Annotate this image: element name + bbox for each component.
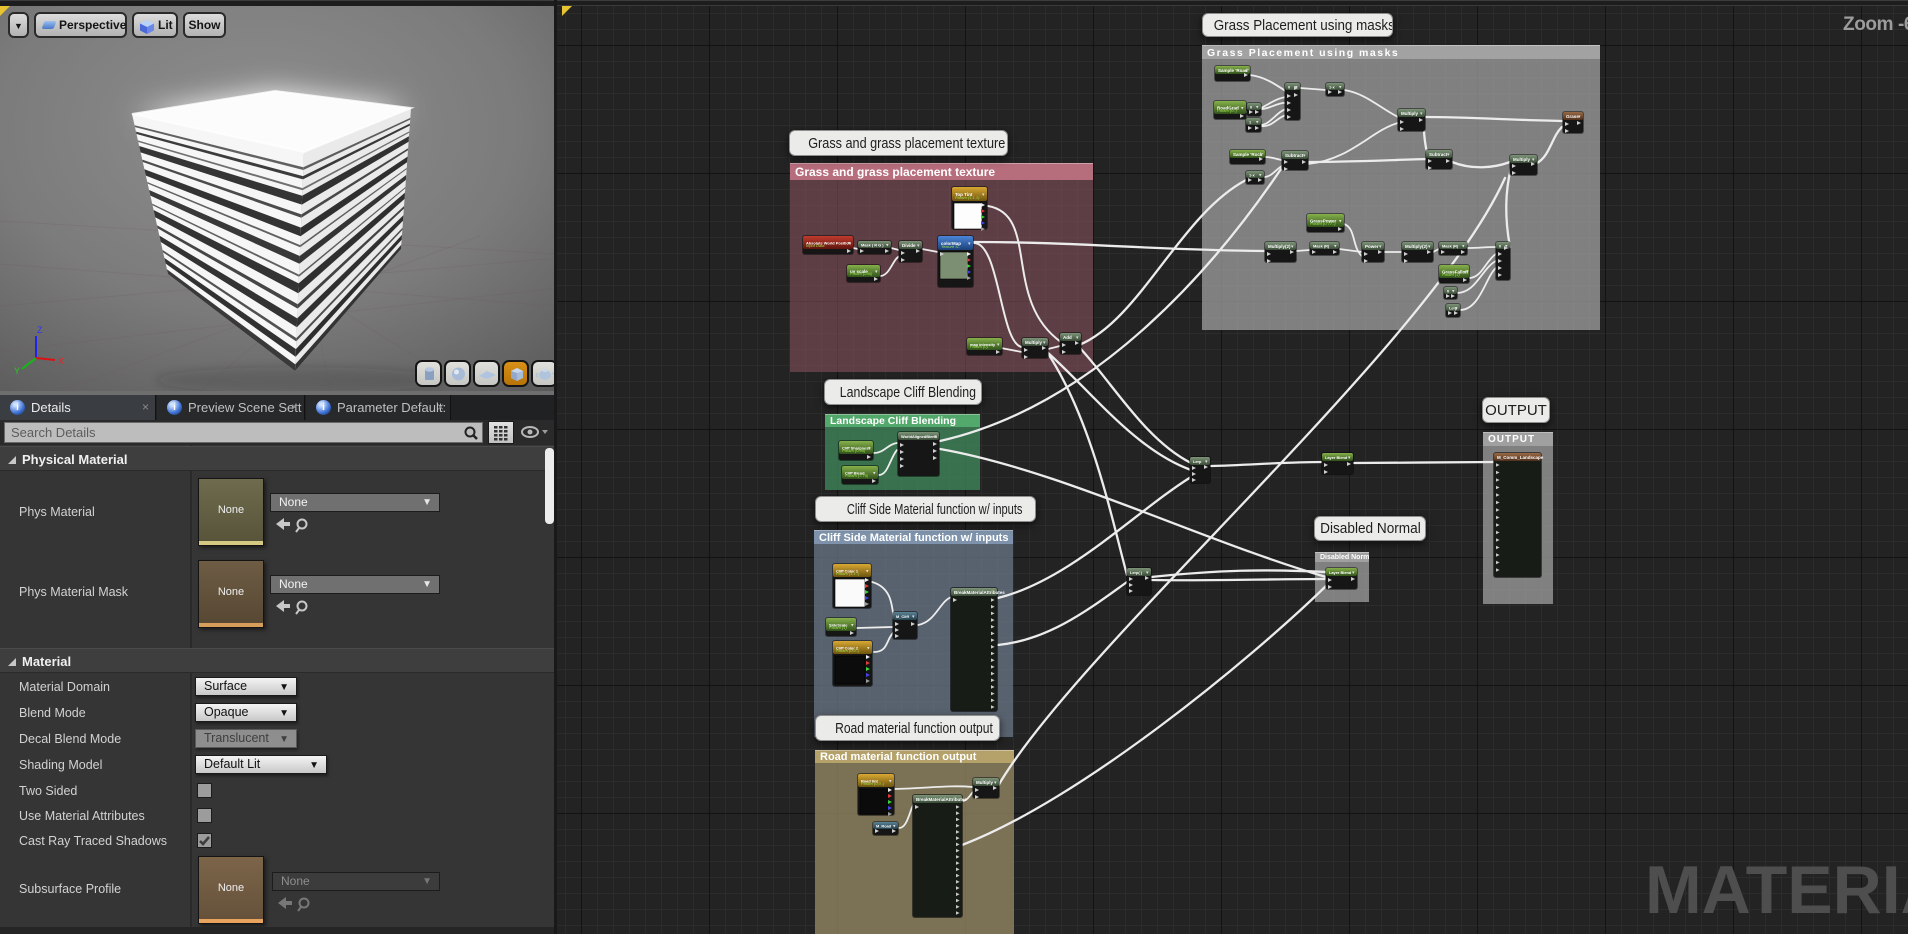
svg-text:Mask (R): Mask (R) [1442, 243, 1459, 248]
svg-text:Texture S..: Texture S.. [941, 244, 960, 249]
svg-text:Subtract: Subtract [1285, 153, 1304, 158]
svg-text:Param (256): Param (256) [850, 271, 873, 276]
svg-text:Multiply: Multiply [976, 780, 993, 785]
svg-text:Multiply(2): Multiply(2) [1405, 244, 1428, 249]
svg-text:Param (1): Param (1) [1442, 272, 1460, 277]
svg-text:BreakMaterialAttributes: BreakMaterialAttributes [916, 797, 967, 802]
svg-text:Multiply(2): Multiply(2) [1268, 244, 1291, 249]
svg-text:M_Cliff: M_Cliff [896, 614, 910, 619]
svg-text:0: 0 [1499, 243, 1501, 248]
svg-text:Input Data: Input Data [806, 243, 825, 248]
svg-text:Layer Blend: Layer Blend [1329, 570, 1352, 575]
svg-text:Param (1,1,1): Param (1,1,1) [955, 195, 980, 200]
svg-text:0: 0 [1447, 288, 1449, 293]
svg-text:Param (7.75): Param (7.75) [845, 473, 869, 478]
svg-text:Mask ( R G ): Mask ( R G ) [861, 242, 884, 247]
svg-text:Multiply: Multiply [1025, 340, 1042, 345]
svg-text:0: 0 [1288, 84, 1290, 89]
svg-text:Z: Z [37, 325, 43, 335]
svg-text:Divide: Divide [902, 243, 916, 248]
svg-text:Layer Blend: Layer Blend [1325, 455, 1348, 460]
svg-text:Param (0.77..): Param (0.77..) [1310, 221, 1336, 226]
svg-text:Power: Power [1365, 244, 1379, 249]
svg-text:Param (0,0..): Param (0,0..) [861, 781, 885, 786]
svg-text:Param (0,0..): Param (0,0..) [836, 648, 860, 653]
svg-text:Mask (R): Mask (R) [1313, 243, 1330, 248]
svg-text:1-x: 1-x [1249, 172, 1255, 177]
svg-text:Param (0..): Param (0..) [1217, 108, 1238, 113]
svg-text:0: 0 [1250, 104, 1252, 109]
svg-text:WorldAlignedBlend: WorldAlignedBlend [901, 434, 938, 439]
svg-text:Multiply: Multiply [1513, 157, 1530, 162]
svg-text:Subtract: Subtract [1429, 152, 1448, 157]
svg-text:Multiply: Multiply [1401, 111, 1418, 116]
svg-text:Lerp( ): Lerp( ) [1130, 570, 1143, 575]
svg-text:BreakMaterialAttributes: BreakMaterialAttributes [954, 590, 1005, 595]
svg-text:Add: Add [1063, 335, 1072, 340]
svg-text:M_Road: M_Road [876, 823, 892, 828]
svg-text:Y: Y [14, 366, 20, 376]
svg-text:Lerp: Lerp [1193, 459, 1202, 464]
svg-text:Param (1,1..): Param (1,1..) [836, 571, 860, 576]
svg-text:Param (0): Param (0) [970, 344, 988, 349]
svg-text:Param (0.95): Param (0.95) [842, 448, 866, 453]
svg-text:M_Comm_Landscape: M_Comm_Landscape [1497, 455, 1544, 460]
svg-text:Param (1): Param (1) [829, 625, 847, 630]
svg-text:1-x: 1-x [1329, 84, 1335, 89]
svg-text:X: X [58, 356, 64, 366]
svg-text:Sample 'Rock': Sample 'Rock' [1233, 152, 1263, 157]
